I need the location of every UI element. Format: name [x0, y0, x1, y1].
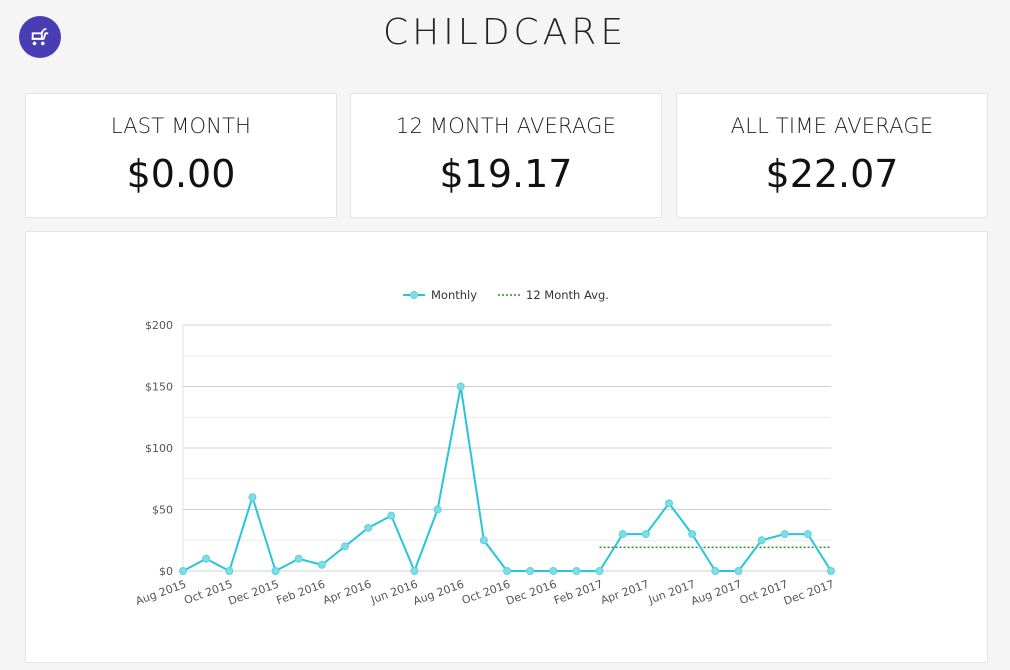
legend-marker	[410, 291, 418, 299]
y-tick-label: $0	[159, 565, 173, 578]
data-point	[665, 499, 673, 508]
x-tick-label: Jun 2016	[368, 578, 419, 607]
data-point	[433, 505, 442, 514]
x-tick-label: Dec 2016	[504, 578, 558, 608]
y-tick-label: $50	[152, 504, 173, 517]
stat-card-last-month: LAST MONTH $0.00	[25, 93, 337, 218]
stat-card-all-time-average: ALL TIME AVERAGE $22.07	[676, 93, 988, 218]
data-point	[317, 560, 326, 569]
x-tick-label: Dec 2017	[782, 578, 836, 608]
data-point	[503, 567, 511, 575]
data-point	[248, 493, 257, 502]
stat-card-12-month-average: 12 MONTH AVERAGE $19.17	[350, 93, 662, 218]
stat-label: ALL TIME AVERAGE	[730, 114, 934, 138]
x-tick-label: Apr 2016	[321, 578, 373, 607]
x-tick-label: Jun 2017	[646, 578, 697, 607]
data-point	[827, 567, 835, 575]
page-title: CHILDCARE	[382, 12, 628, 53]
data-point	[803, 530, 812, 539]
y-tick-label: $100	[145, 442, 173, 455]
data-point	[688, 530, 697, 539]
stat-label: 12 MONTH AVERAGE	[395, 114, 617, 138]
data-point	[641, 530, 650, 539]
data-point	[711, 567, 720, 575]
x-tick-label: Feb 2016	[275, 578, 327, 608]
legend-label: 12 Month Avg.	[526, 288, 609, 302]
x-tick-label: Oct 2016	[460, 578, 512, 607]
data-point	[202, 554, 211, 563]
chart-card: $0 $50 $100 $150 $200 Aug 2015 Oct 2015 Dec 20…	[25, 231, 988, 663]
stat-value: $22.07	[765, 152, 899, 196]
y-tick-label: $150	[145, 381, 173, 394]
y-tick-label: $200	[145, 319, 173, 332]
data-point	[179, 567, 187, 575]
x-tick-label: Oct 2017	[738, 578, 790, 607]
x-tick-label: Oct 2015	[182, 578, 234, 607]
stat-value: $0.00	[126, 152, 236, 196]
line-chart: $0$50$100$150$200 Aug 2015Oct 2015Dec 20…	[134, 288, 836, 608]
data-point	[479, 536, 488, 545]
legend-label: Monthly	[431, 288, 477, 302]
x-tick-label: Aug 2016	[412, 578, 466, 608]
data-point	[387, 511, 396, 520]
x-tick-label: Feb 2017	[552, 578, 604, 608]
stat-label: LAST MONTH	[110, 114, 252, 138]
data-point	[734, 567, 743, 575]
data-point	[780, 530, 789, 539]
data-point	[271, 567, 280, 575]
data-point	[618, 530, 627, 539]
data-point	[549, 567, 558, 575]
data-point	[456, 382, 465, 391]
data-point	[225, 567, 234, 575]
x-tick-label: Apr 2017	[599, 578, 651, 607]
stat-value: $19.17	[439, 152, 573, 196]
data-point	[341, 542, 349, 551]
x-tick-label: Aug 2015	[134, 578, 188, 608]
data-point	[757, 536, 766, 545]
data-point	[294, 554, 303, 563]
data-point	[595, 567, 604, 575]
x-tick-label: Aug 2017	[689, 578, 743, 608]
data-point	[410, 567, 419, 575]
data-point	[572, 567, 581, 575]
data-point	[526, 567, 535, 575]
data-point	[364, 523, 373, 532]
x-tick-label: Dec 2015	[227, 578, 281, 608]
